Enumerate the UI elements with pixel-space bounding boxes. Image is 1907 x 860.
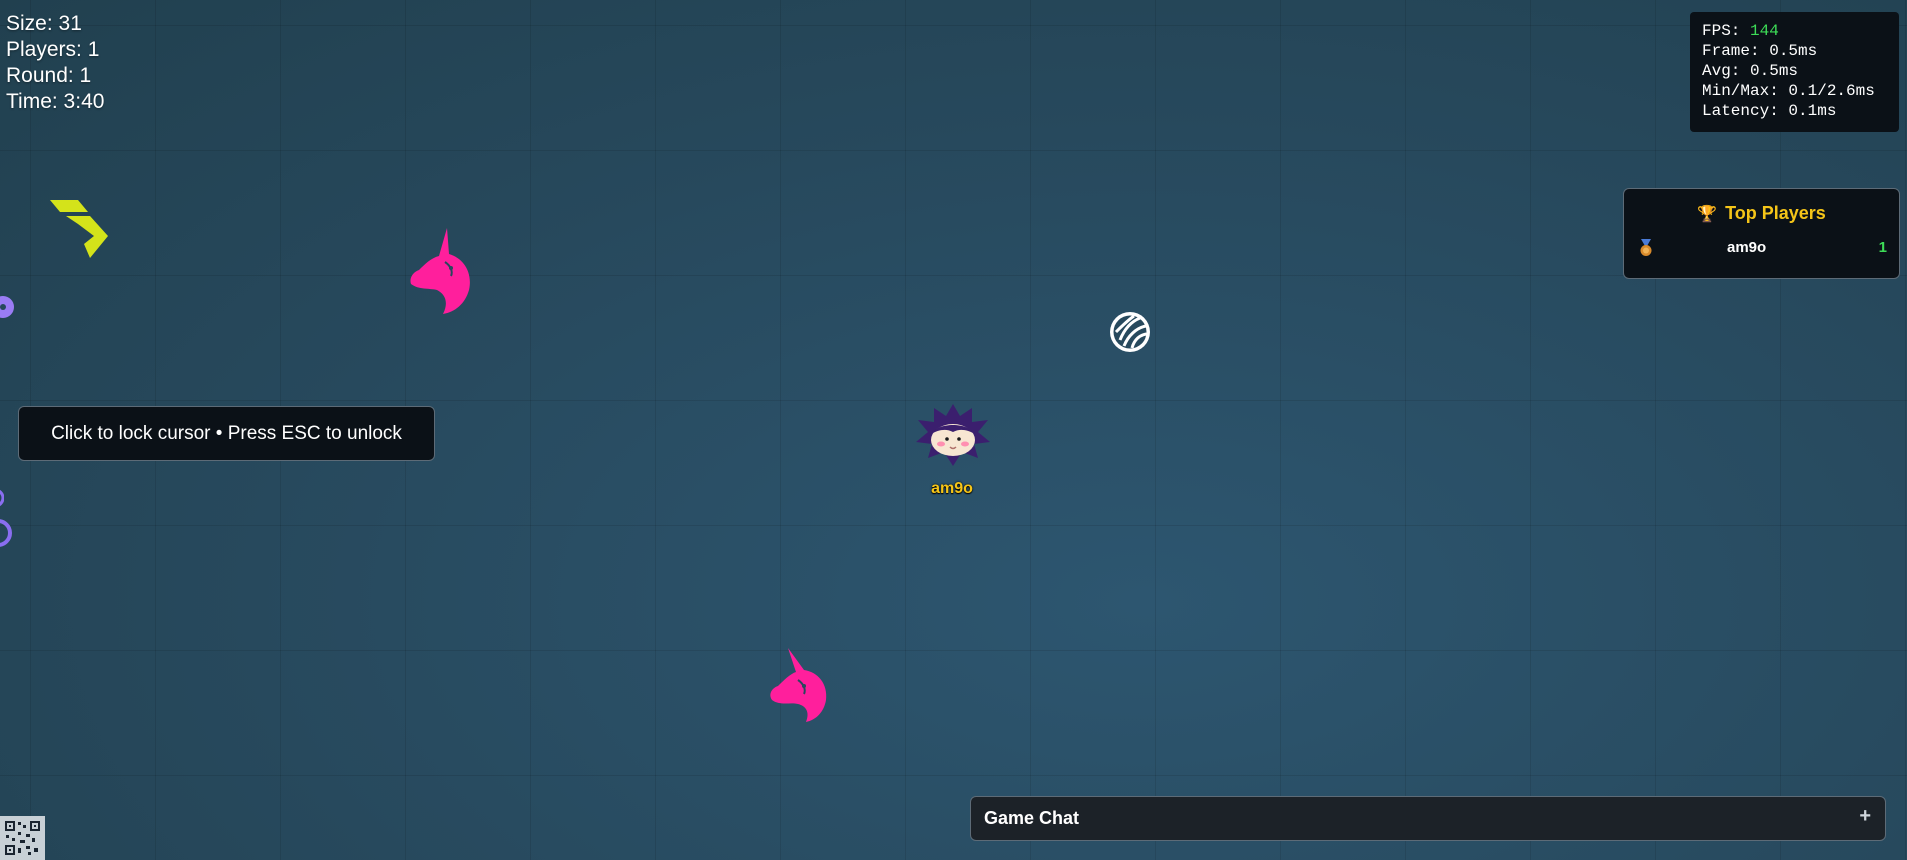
leaderboard-title: Top Players — [1725, 203, 1826, 223]
striped-ball-icon — [1110, 312, 1150, 352]
game-chat-title: Game Chat — [984, 808, 1080, 828]
unicorn-icon — [410, 228, 470, 314]
players-stat: Players: 1 — [6, 38, 100, 61]
leaderboard-row: am9o 1 — [1639, 239, 1887, 261]
purple-ring-icon — [0, 489, 4, 507]
minmax-time: Min/Max: 0.1/2.6ms — [1702, 82, 1875, 100]
trophy-icon: 🏆 — [1697, 206, 1718, 223]
round-stat: Round: 1 — [6, 64, 92, 87]
purple-ring-icon — [0, 519, 12, 547]
leaderboard-title-row: 🏆 Top Players — [1624, 203, 1899, 224]
player-name-label: am9o — [931, 480, 973, 497]
fps-label: FPS: — [1702, 22, 1751, 40]
avg-time: Avg: 0.5ms — [1702, 62, 1799, 80]
qr-code-icon[interactable] — [0, 816, 45, 860]
leaderboard-player-name: am9o — [1727, 239, 1767, 256]
spiky-hair-avatar-icon[interactable] — [916, 404, 990, 466]
performance-overlay: FPS: 144 Frame: 0.5ms Avg: 0.5ms Min/Max… — [1690, 12, 1899, 132]
latency: Latency: 0.1ms — [1702, 102, 1837, 120]
chat-expand-button[interactable]: + — [1859, 805, 1871, 828]
leaderboard-panel: 🏆 Top Players am9o 1 — [1623, 188, 1900, 279]
time-stat: Time: 3:40 — [6, 90, 105, 113]
purple-ring-icon — [0, 296, 14, 318]
fps-value: 144 — [1750, 22, 1779, 40]
fps-line: FPS: 144 — [1702, 21, 1899, 41]
frame-time: Frame: 0.5ms — [1702, 42, 1818, 60]
game-chat-panel[interactable]: Game Chat + — [970, 796, 1886, 841]
yellow-token-icon — [50, 200, 108, 258]
unicorn-icon — [770, 648, 827, 722]
size-stat: Size: 31 — [6, 12, 82, 35]
lock-cursor-hint[interactable]: Click to lock cursor • Press ESC to unlo… — [18, 406, 435, 461]
hud-stats: Size: 31 Players: 1 Round: 1 Time: 3:40 — [6, 11, 104, 115]
bronze-medal-icon — [1639, 239, 1653, 261]
leaderboard-player-score: 1 — [1878, 239, 1887, 256]
